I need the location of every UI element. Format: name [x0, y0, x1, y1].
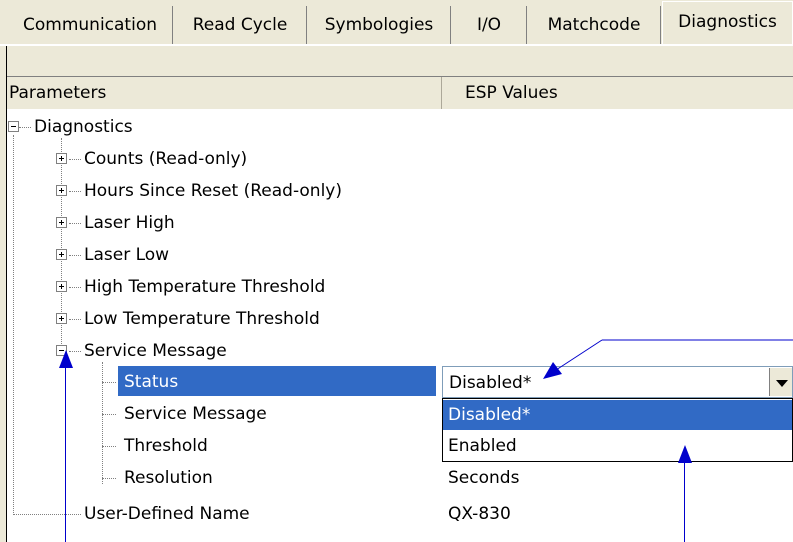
diagnostics-window: Communication Read Cycle Symbologies I/O… — [0, 0, 793, 542]
callout-arrow-combo — [543, 339, 793, 379]
